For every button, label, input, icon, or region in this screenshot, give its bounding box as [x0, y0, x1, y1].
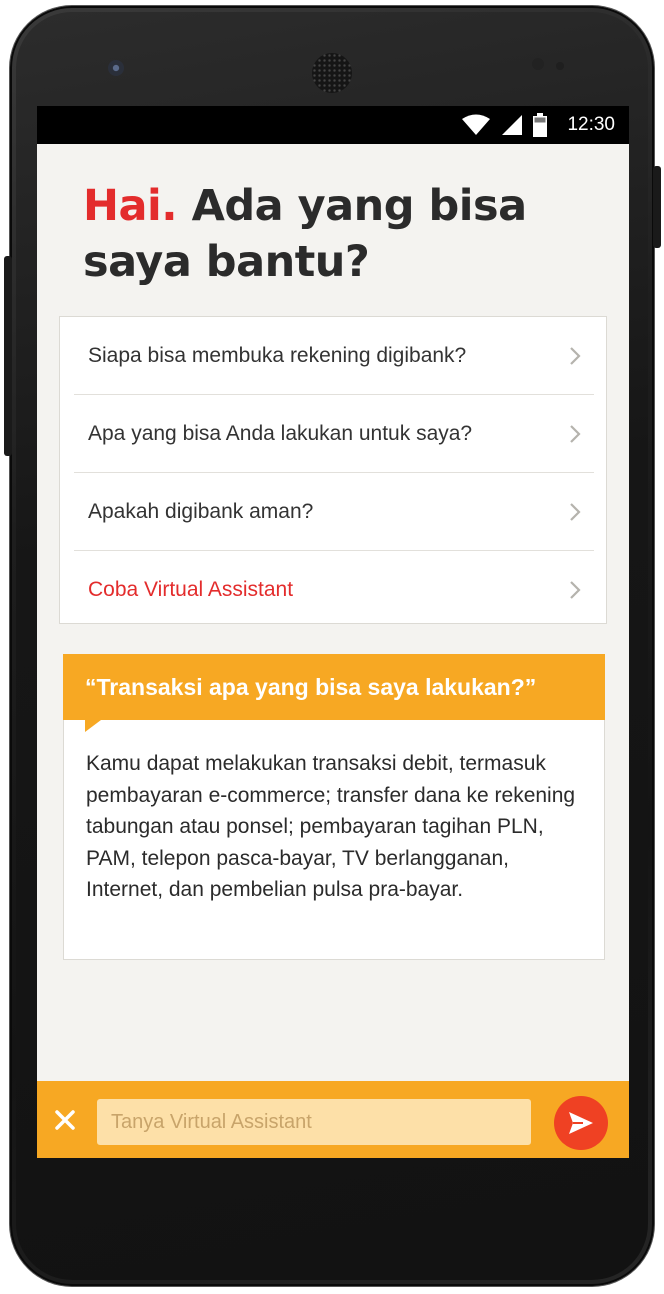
wifi-icon	[462, 114, 491, 135]
answer-question: “Transaksi apa yang bisa saya lakukan?”	[63, 654, 605, 720]
earpiece-speaker	[312, 53, 352, 93]
screen: 12:30 Hai. Ada yang bisa saya bantu? Sia…	[37, 106, 629, 1158]
light-sensor	[556, 62, 564, 70]
answer-body: Kamu dapat melakukan transaksi debit, te…	[63, 720, 605, 960]
volume-button	[4, 256, 12, 456]
power-button	[653, 166, 661, 248]
proximity-sensor	[532, 58, 544, 70]
front-camera	[108, 60, 124, 76]
faq-item-label: Apakah digibank aman?	[88, 499, 314, 523]
status-bar: 12:30	[37, 106, 629, 144]
chevron-right-icon	[570, 581, 581, 599]
send-button[interactable]	[554, 1096, 608, 1150]
assistant-input-bar	[37, 1081, 629, 1158]
chevron-right-icon	[570, 346, 581, 365]
page-title: Hai. Ada yang bisa saya bantu?	[83, 178, 603, 290]
faq-list: Siapa bisa membuka rekening digibank? Ap…	[59, 316, 607, 624]
faq-item-label: Apa yang bisa Anda lakukan untuk saya?	[88, 421, 473, 445]
faq-item-what-can-you-do[interactable]: Apa yang bisa Anda lakukan untuk saya?	[74, 395, 594, 473]
faq-item-label: Siapa bisa membuka rekening digibank?	[88, 343, 467, 367]
faq-item-open-account[interactable]: Siapa bisa membuka rekening digibank?	[74, 317, 594, 395]
assistant-input[interactable]	[97, 1099, 531, 1145]
status-time: 12:30	[567, 114, 615, 135]
faq-item-try-virtual-assistant[interactable]: Coba Virtual Assistant	[74, 551, 594, 629]
greeting-text: Hai.	[83, 181, 178, 231]
close-icon[interactable]	[53, 1108, 77, 1132]
chevron-right-icon	[570, 424, 581, 443]
signal-icon	[502, 115, 523, 135]
send-icon	[569, 1112, 593, 1134]
chevron-right-icon	[570, 502, 581, 521]
faq-item-label: Coba Virtual Assistant	[88, 578, 294, 601]
speech-tail	[85, 720, 101, 732]
faq-item-is-it-safe[interactable]: Apakah digibank aman?	[74, 473, 594, 551]
answer-card: “Transaksi apa yang bisa saya lakukan?” …	[63, 654, 605, 960]
battery-icon	[533, 113, 548, 137]
